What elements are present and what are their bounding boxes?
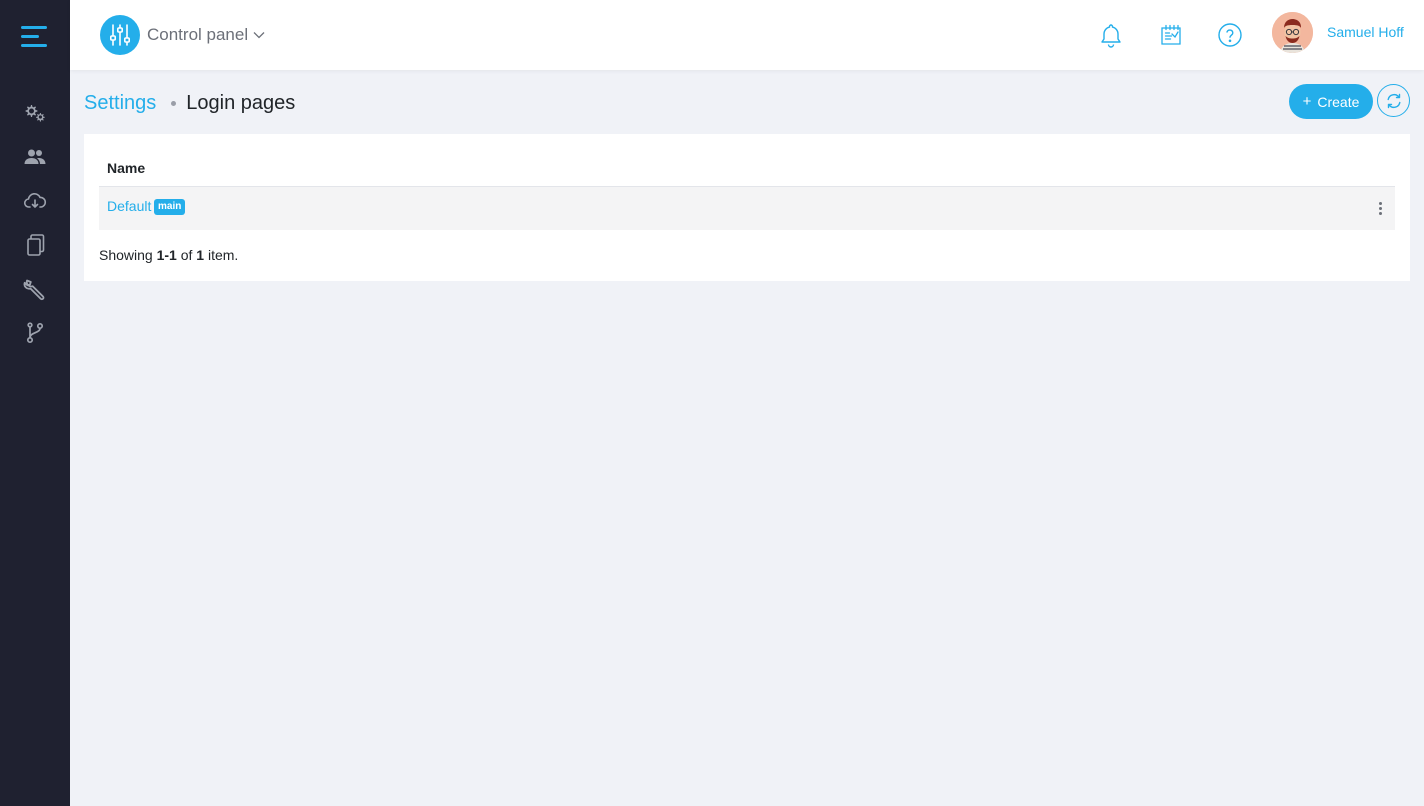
menu-toggle-icon[interactable] xyxy=(21,26,49,48)
top-header: Control panel Samuel Hoff xyxy=(70,0,1424,70)
wrench-icon[interactable] xyxy=(22,276,48,302)
users-icon[interactable] xyxy=(22,144,48,170)
help-icon[interactable] xyxy=(1215,20,1245,50)
sliders-icon xyxy=(100,15,140,55)
user-name[interactable]: Samuel Hoff xyxy=(1327,24,1404,40)
summary-total: 1 xyxy=(196,247,205,263)
panel-label: Control panel xyxy=(147,25,249,44)
login-pages-table-card: Name Default main Showing 1-1 of 1 item. xyxy=(84,134,1410,281)
clipboard-icon[interactable] xyxy=(1156,20,1186,50)
plus-icon: + xyxy=(1302,93,1312,110)
column-header-name[interactable]: Name xyxy=(107,160,145,176)
create-button[interactable]: + Create xyxy=(1289,84,1373,119)
panel-switcher[interactable]: Control panel xyxy=(100,14,266,56)
documents-icon[interactable] xyxy=(22,232,48,258)
breadcrumb-separator xyxy=(171,100,177,106)
gears-icon[interactable] xyxy=(22,101,48,127)
chevron-down-icon xyxy=(253,32,265,39)
table-row: Default main xyxy=(99,186,1395,230)
breadcrumb: Settings Login pages xyxy=(84,90,295,116)
refresh-icon xyxy=(1387,93,1400,108)
avatar[interactable] xyxy=(1272,12,1313,53)
summary-suffix: item. xyxy=(207,247,239,263)
summary-of: of xyxy=(180,247,193,263)
summary-prefix: Showing xyxy=(99,247,153,263)
main-badge: main xyxy=(154,199,186,215)
summary-range: 1-1 xyxy=(156,247,177,263)
bell-icon[interactable] xyxy=(1096,20,1126,50)
page-title: Login pages xyxy=(186,91,296,114)
git-branch-icon[interactable] xyxy=(22,320,48,346)
row-menu-icon[interactable] xyxy=(1375,199,1385,217)
sidebar xyxy=(0,0,70,806)
cloud-download-icon[interactable] xyxy=(22,188,48,214)
breadcrumb-settings-link[interactable]: Settings xyxy=(84,92,156,115)
row-name-link[interactable]: Default xyxy=(107,198,151,214)
create-button-label: Create xyxy=(1317,93,1360,110)
refresh-button[interactable] xyxy=(1377,84,1410,117)
pagination-summary: Showing 1-1 of 1 item. xyxy=(99,247,238,263)
